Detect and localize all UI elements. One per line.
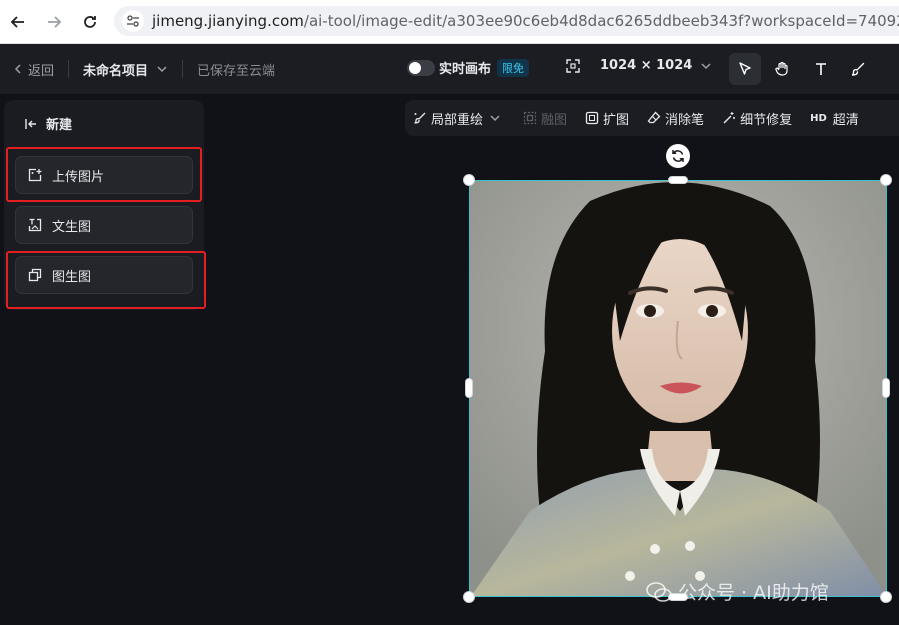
- hand-icon: [775, 61, 788, 76]
- expand-icon: [585, 111, 599, 125]
- chevron-down-icon: [157, 66, 167, 73]
- blend-icon: [523, 111, 537, 125]
- resize-handle-top-left[interactable]: [463, 174, 475, 186]
- reload-icon: [84, 15, 96, 28]
- text-to-image-icon: [28, 218, 42, 232]
- back-button[interactable]: 返回: [0, 60, 54, 79]
- expand-label: 扩图: [603, 112, 630, 128]
- text-to-image-button[interactable]: 文生图: [15, 206, 193, 244]
- new-label: 新建: [46, 118, 73, 133]
- chevron-down-icon: [701, 62, 711, 69]
- brush-icon: [851, 62, 865, 76]
- resize-handle-right[interactable]: [882, 378, 890, 398]
- divider: [68, 60, 70, 78]
- resize-icon: [566, 58, 580, 73]
- divider: [182, 60, 184, 78]
- resize-handle-top-right[interactable]: [880, 174, 892, 186]
- browser-reload-button[interactable]: [78, 10, 102, 34]
- inpaint-brush-icon: [414, 112, 426, 124]
- project-name-dropdown[interactable]: 未命名项目: [83, 60, 168, 79]
- brush-tool-button[interactable]: [842, 53, 874, 85]
- realtime-label: 实时画布: [439, 62, 492, 77]
- toggle-switch[interactable]: [407, 59, 435, 76]
- text-to-image-label: 文生图: [52, 219, 92, 235]
- inpaint-button[interactable]: 局部重绘: [413, 109, 505, 128]
- url-host: jimeng.jianying.com: [152, 12, 304, 30]
- canvas-size-dropdown[interactable]: 1024 × 1024: [566, 58, 712, 73]
- magic-wand-icon: [723, 112, 736, 124]
- collapse-left-icon: [25, 118, 36, 129]
- resize-handle-bottom-right[interactable]: [880, 591, 892, 603]
- text-tool-button[interactable]: [805, 53, 837, 85]
- canvas-size: 1024 × 1024: [600, 58, 693, 73]
- cursor-icon: [739, 62, 751, 75]
- new-header[interactable]: 新建: [24, 114, 72, 133]
- inpaint-label: 局部重绘: [431, 112, 484, 128]
- highlight-box-image-to-image: [6, 251, 206, 309]
- resize-handle-left[interactable]: [465, 378, 473, 398]
- detail-repair-label: 细节修复: [740, 112, 793, 128]
- canvas-image[interactable]: [469, 180, 887, 597]
- save-status: 已保存至云端: [197, 63, 276, 79]
- rotate-icon: [672, 150, 684, 162]
- realtime-canvas-toggle[interactable]: 实时画布 限免: [407, 58, 530, 77]
- select-tool-button[interactable]: [729, 53, 761, 85]
- browser-toolbar: jimeng.jianying.com/ai-tool/image-edit/a…: [0, 0, 899, 44]
- watermark-text: 公众号 · AI助力馆: [678, 582, 829, 604]
- eraser-button[interactable]: 消除笔: [647, 109, 704, 128]
- app-header: 返回 未命名项目 已保存至云端 实时画布 限免 1024 × 1024: [0, 44, 899, 94]
- address-bar[interactable]: jimeng.jianying.com/ai-tool/image-edit/a…: [114, 6, 899, 36]
- wechat-icon: [646, 581, 672, 602]
- chevron-down-icon: [490, 115, 500, 122]
- highlight-box-upload: [6, 147, 202, 202]
- project-name: 未命名项目: [83, 63, 149, 79]
- super-resolution-label: 超清: [832, 112, 859, 128]
- eraser-icon: [647, 111, 661, 124]
- site-settings-icon[interactable]: [122, 10, 144, 32]
- text-icon: [816, 63, 826, 75]
- hand-tool-button[interactable]: [766, 53, 798, 85]
- resize-handle-bottom-left[interactable]: [463, 591, 475, 603]
- browser-forward-button[interactable]: [42, 10, 66, 34]
- hd-icon: HD: [810, 112, 827, 124]
- eraser-label: 消除笔: [665, 112, 705, 128]
- blend-button[interactable]: 融图: [523, 109, 567, 128]
- detail-repair-button[interactable]: 细节修复: [722, 109, 792, 128]
- chevron-left-icon: [14, 64, 21, 74]
- free-badge: 限免: [497, 58, 530, 77]
- arrow-right-icon: [48, 15, 62, 28]
- portrait-image: [470, 181, 886, 596]
- resize-handle-top[interactable]: [668, 176, 688, 184]
- super-resolution-button[interactable]: HD 超清: [810, 109, 859, 128]
- expand-button[interactable]: 扩图: [585, 109, 629, 128]
- url-path: /ai-tool/image-edit/a303ee90c6eb4d8dac62…: [303, 12, 899, 30]
- rotate-handle[interactable]: [666, 144, 690, 168]
- canvas-toolbar: 局部重绘 融图 扩图 消除笔 细节修复 HD 超清: [405, 100, 899, 136]
- blend-label: 融图: [541, 112, 568, 128]
- browser-back-button[interactable]: [6, 10, 30, 34]
- watermark: 公众号 · AI助力馆: [646, 578, 829, 605]
- back-label: 返回: [28, 63, 55, 79]
- arrow-left-icon: [10, 15, 24, 28]
